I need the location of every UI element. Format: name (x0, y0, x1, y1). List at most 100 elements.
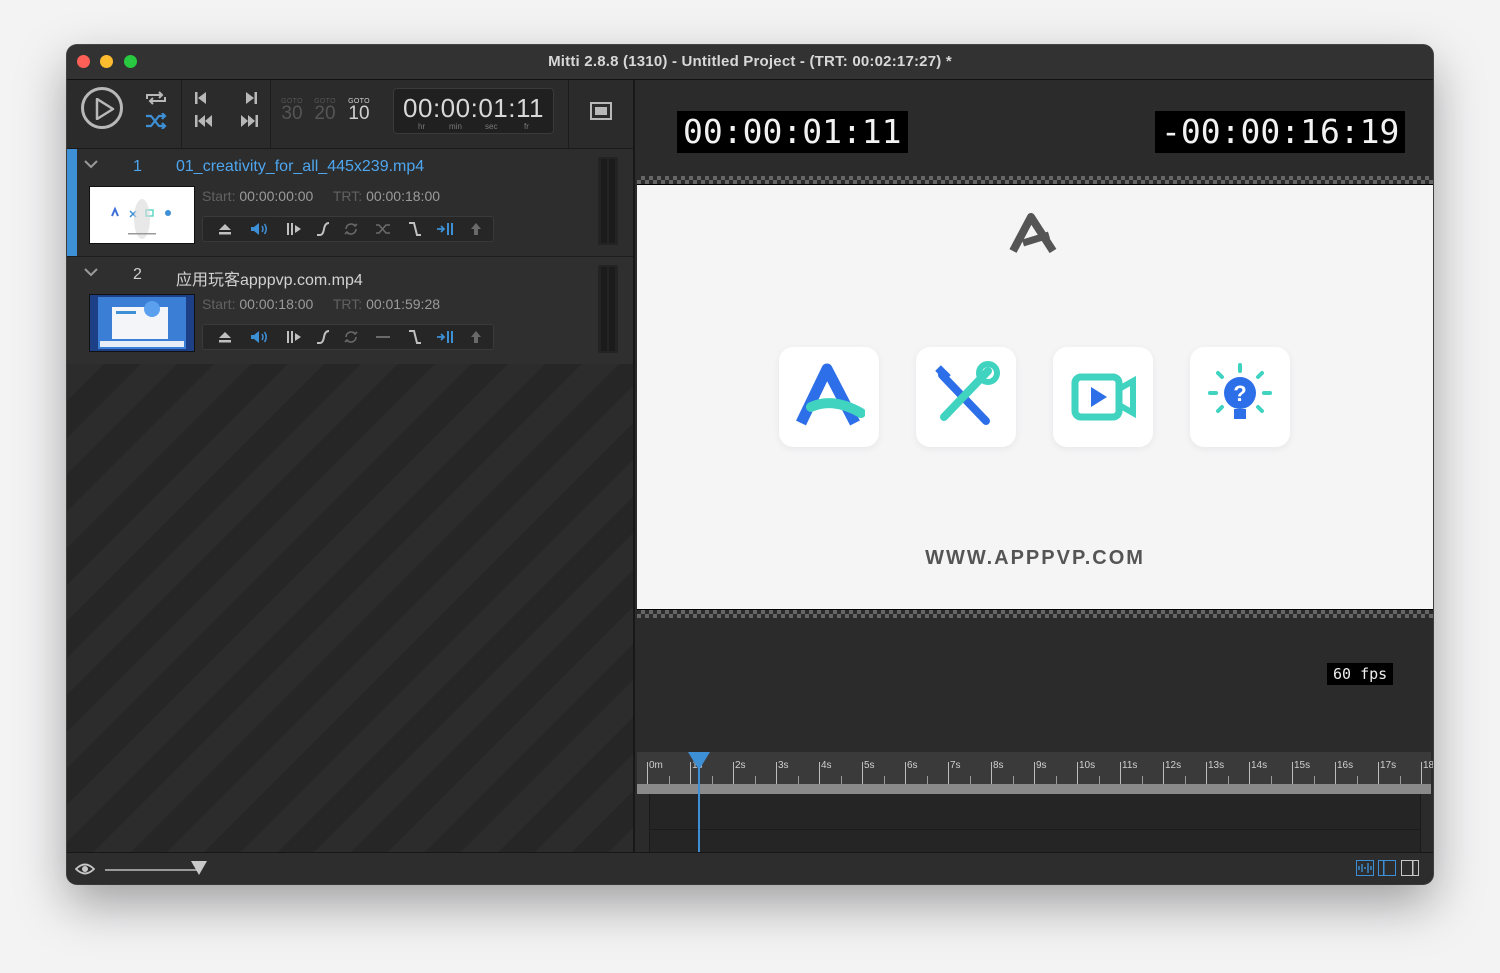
ruler-minor-tick (1313, 776, 1315, 784)
ruler-label: 17s (1380, 760, 1397, 771)
fps-badge: 60 fps (1327, 663, 1394, 685)
timecode-value: 00:00:01:11 (403, 93, 544, 123)
cue-list-empty-area[interactable] (67, 364, 633, 852)
timeline-tracks[interactable] (649, 794, 1421, 852)
fullscreen-icon[interactable] (590, 102, 612, 120)
layout-left-panel-button[interactable] (1378, 860, 1396, 876)
layout-waveform-button[interactable] (1356, 860, 1374, 876)
brand-logo-icon (1009, 213, 1057, 254)
ruler-minor-tick (1098, 776, 1100, 784)
ruler-minor-tick (1227, 776, 1229, 784)
cue-thumbnail (89, 186, 195, 244)
fade-in-marker-icon[interactable] (285, 221, 303, 237)
ruler-tick (647, 762, 648, 784)
cue-filename: 01_creativity_for_all_445x239.mp4 (176, 158, 425, 175)
play-next-icon[interactable] (436, 329, 454, 345)
fade-out-icon[interactable] (407, 329, 423, 345)
cue-list-pane: GOTO 30 GOTO 20 GOTO 10 00:00:01:11 hr min … (67, 80, 633, 852)
ruler-minor-tick (1055, 776, 1057, 784)
layout-right-panel-button[interactable] (1401, 860, 1419, 876)
zoom-slider-track[interactable] (105, 869, 197, 871)
goto-10-button[interactable]: GOTO 10 (344, 98, 374, 123)
trigger-icon[interactable] (469, 221, 483, 237)
ruler-label: 11s (1122, 760, 1138, 771)
timeline-ruler[interactable]: 0m1s2s3s4s5s6s7s8s9s10s11s12s13s14s15s16… (637, 752, 1433, 794)
previous-icon[interactable] (194, 90, 208, 106)
ruler-tick (862, 762, 863, 784)
eject-icon[interactable] (217, 329, 233, 345)
cue-controls (202, 324, 494, 350)
ruler-tick (991, 762, 992, 784)
fade-curve-icon[interactable] (315, 329, 331, 345)
video-preview: ? WWW.APPPVP.COM (637, 176, 1433, 618)
loop-icon[interactable] (343, 221, 359, 237)
idea-tile: ? (1190, 347, 1290, 447)
dash-icon[interactable] (375, 329, 391, 345)
ruler-minor-tick (969, 776, 971, 784)
ruler-tick (1378, 762, 1379, 784)
play-icon (95, 98, 115, 120)
eye-icon[interactable] (75, 862, 95, 876)
appstore-logo-icon (796, 363, 865, 426)
ruler-minor-tick (1012, 776, 1014, 784)
preview-pane: 00:00:01:11 -00:00:16:19 ? WWW.APPPVP.CO… (635, 80, 1433, 852)
fast-forward-icon[interactable] (239, 113, 259, 129)
right-panel-icon (1412, 861, 1414, 875)
app-window: Mitti 2.8.8 (1310) - Untitled Project - … (67, 45, 1433, 884)
next-icon[interactable] (244, 90, 258, 106)
ruler-label: 14s (1251, 760, 1268, 771)
fade-out-icon[interactable] (407, 221, 423, 237)
ruler-label: 5s (864, 760, 875, 771)
playhead[interactable] (687, 752, 710, 852)
trigger-icon[interactable] (469, 329, 483, 345)
ruler-label: 4s (821, 760, 832, 771)
video-url-text: WWW.APPPVP.COM (925, 547, 1145, 569)
cue-row-1[interactable]: 1 01_creativity_for_all_445x239.mp4 Star… (67, 149, 633, 257)
ruler-tick (776, 762, 777, 784)
zoom-slider-thumb[interactable] (191, 861, 207, 875)
ruler-label: 2s (735, 760, 746, 771)
play-button[interactable] (81, 87, 123, 129)
goto-30-button[interactable]: GOTO 30 (277, 98, 307, 123)
lightbulb-icon: ? (1208, 363, 1272, 419)
ruler-label: 16s (1337, 760, 1354, 771)
ruler-minor-tick (711, 776, 713, 784)
eject-icon[interactable] (217, 221, 233, 237)
goto-20-button[interactable]: GOTO 20 (310, 98, 340, 123)
ruler-minor-tick (926, 776, 928, 784)
rewind-icon[interactable] (194, 113, 214, 129)
cue-row-2[interactable]: 2 应用玩客apppvp.com.mp4 Start: 00:00:18:00 … (67, 257, 633, 365)
ruler-label: 15s (1294, 760, 1311, 771)
tools-icon (935, 361, 1000, 425)
loop-icon[interactable] (343, 329, 359, 345)
cue-thumbnail (89, 294, 195, 352)
ruler-minor-tick (797, 776, 799, 784)
ruler-label: 9s (1036, 760, 1047, 771)
ruler-label: 3s (778, 760, 789, 771)
ruler-label: 10s (1079, 760, 1096, 771)
ruler-minor-tick (883, 776, 885, 784)
volume-icon[interactable] (249, 329, 269, 345)
audio-meter (598, 265, 618, 353)
shuffle-icon[interactable] (144, 113, 168, 129)
cue-start: 00:00:18:00 (239, 296, 314, 312)
play-next-icon[interactable] (436, 221, 454, 237)
ruler-tick (1034, 762, 1035, 784)
cue-number: 2 (133, 266, 142, 283)
shuffle-cue-icon[interactable] (375, 221, 391, 237)
video-tile (1053, 347, 1153, 447)
ruler-minor-tick (1399, 776, 1401, 784)
chevron-down-icon[interactable] (84, 159, 98, 169)
ruler-label: 7s (950, 760, 961, 771)
fade-in-marker-icon[interactable] (285, 329, 303, 345)
cue-controls (202, 216, 494, 242)
timecode-display: 00:00:01:11 hr min sec fr (393, 88, 554, 134)
chevron-down-icon[interactable] (84, 267, 98, 277)
cue-trt: 00:00:18:00 (366, 188, 441, 204)
video-camera-icon (1071, 373, 1136, 421)
fade-curve-icon[interactable] (315, 221, 331, 237)
repeat-icon[interactable] (144, 90, 168, 106)
volume-icon[interactable] (249, 221, 269, 237)
ruler-minor-tick (1141, 776, 1143, 784)
ruler-label: 0m (649, 760, 663, 771)
